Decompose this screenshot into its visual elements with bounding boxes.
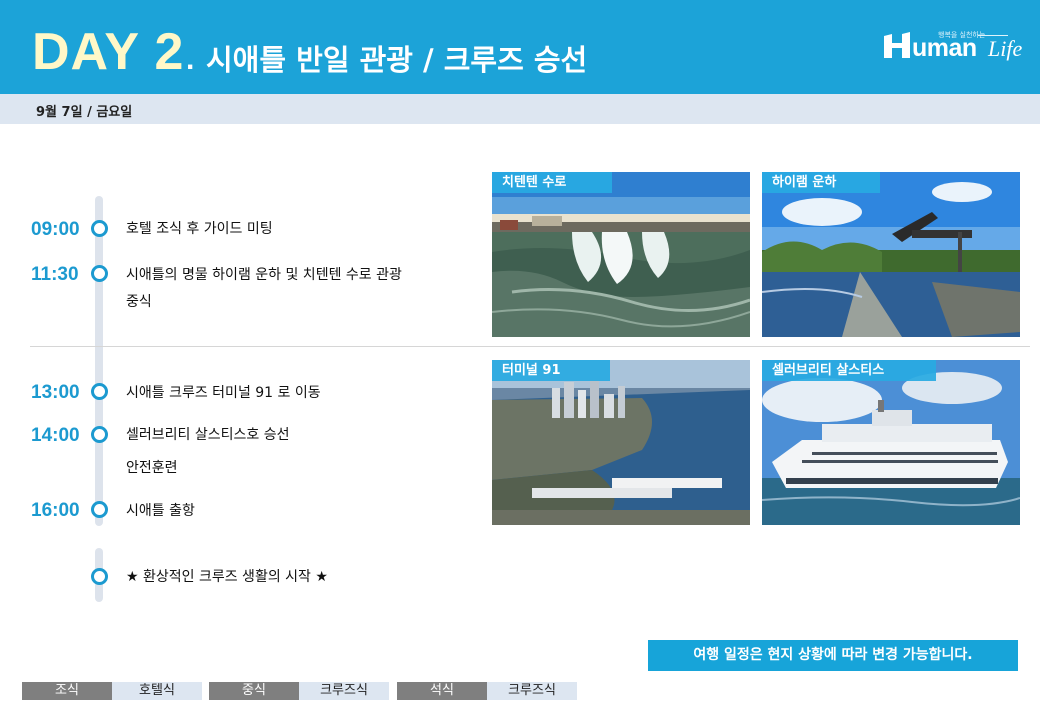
timeline-time: 09:00 (31, 219, 80, 240)
meal-lunch-label: 중식 (209, 682, 299, 700)
timeline-time: 14:00 (31, 425, 80, 446)
photo-label: 하이램 운하 (762, 172, 880, 193)
timeline-event-detail: 안전훈련 (126, 460, 178, 476)
meal-breakfast-value: 호텔식 (112, 682, 202, 700)
photo-celebrity-solstice: 셀러브리티 살스티스 (762, 360, 1020, 525)
timeline-event: 셀러브리티 살스티스호 승선 (126, 427, 290, 443)
section-divider (30, 346, 1030, 347)
meal-dinner-value: 크루즈식 (487, 682, 577, 700)
timeline-dot-icon (91, 501, 108, 518)
timeline-time: 16:00 (31, 500, 80, 521)
meal-lunch-value: 크루즈식 (299, 682, 389, 700)
timeline-dot-icon (91, 383, 108, 400)
photo-label: 치텐텐 수로 (492, 172, 612, 193)
photo-image (492, 360, 750, 525)
timeline-event: 호텔 조식 후 가이드 미팅 (126, 221, 273, 237)
date-text: 9월 7일 / 금요일 (36, 105, 133, 120)
photo-image (492, 172, 750, 337)
day-dot: . (186, 43, 195, 76)
logo-word-life: Life (988, 36, 1023, 61)
human-life-logo: 행복을 실천하는 uman Life (880, 26, 1030, 72)
meal-dinner-label: 석식 (397, 682, 487, 700)
day-label: DAY 2 (32, 23, 185, 81)
photo-image (762, 360, 1020, 525)
timeline-dot-icon (91, 426, 108, 443)
photo-chittenden-locks: 치텐텐 수로 (492, 172, 750, 337)
page-title: 시애틀 반일 관광 / 크루즈 승선 (206, 43, 588, 77)
logo-h-mark-icon (884, 32, 910, 58)
photo-label: 셀러브리티 살스티스 (762, 360, 936, 381)
timeline-event: 시애틀 크루즈 터미널 91 로 이동 (126, 385, 321, 401)
timeline-event: 시애틀 출항 (126, 503, 195, 519)
schedule-notice: 여행 일정은 현지 상황에 따라 변경 가능합니다. (648, 640, 1018, 671)
header-banner: DAY 2 . 시애틀 반일 관광 / 크루즈 승선 행복을 실천하는 uman… (0, 0, 1040, 94)
timeline-track (95, 196, 103, 526)
timeline-dot-icon (91, 265, 108, 282)
photo-hiram-locks: 하이램 운하 (762, 172, 1020, 337)
meal-breakfast-label: 조식 (22, 682, 112, 700)
timeline-dot-icon (91, 568, 108, 585)
timeline-event: 시애틀의 명물 하이램 운하 및 치텐텐 수로 관광 (126, 267, 402, 283)
timeline-event-highlight: ★ 환상적인 크루즈 생활의 시작 ★ (126, 569, 328, 585)
timeline-time: 11:30 (31, 264, 79, 285)
timeline-dot-icon (91, 220, 108, 237)
photo-label: 터미널 91 (492, 360, 610, 381)
photo-terminal-91: 터미널 91 (492, 360, 750, 525)
timeline-event-detail: 중식 (126, 294, 152, 310)
date-bar: 9월 7일 / 금요일 (0, 94, 1040, 124)
logo-word-uman: uman (912, 34, 977, 62)
photo-image (762, 172, 1020, 337)
timeline-time: 13:00 (31, 382, 80, 403)
